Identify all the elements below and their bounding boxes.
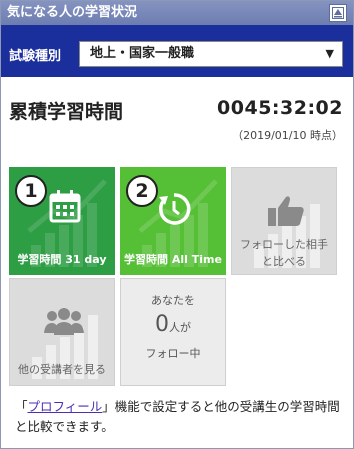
exam-type-select[interactable]: 地上・国家一般職 ▼ bbox=[79, 41, 343, 67]
followers-unit: 人が bbox=[169, 321, 191, 334]
clock-icon bbox=[159, 193, 191, 225]
panel-titlebar: 気になる人の学習状況 bbox=[1, 1, 353, 25]
tile-number-badge: 1 bbox=[15, 175, 47, 207]
exam-type-label: 試験種別 bbox=[9, 49, 62, 64]
note-prefix: 「 bbox=[15, 399, 28, 414]
profile-link[interactable]: プロフィール bbox=[28, 399, 103, 414]
study-status-panel: 気になる人の学習状況 試験種別 地上・国家一般職 ▼ 累積学習時間 0045:3… bbox=[0, 0, 354, 449]
tile-view-other-students[interactable]: 他の受講者を見る bbox=[9, 278, 115, 386]
calendar-icon bbox=[49, 190, 81, 223]
tile-study-time-31day[interactable]: 1 学習時間 31 day bbox=[9, 167, 115, 275]
tile-followers-count: あなたを 0人が フォロー中 bbox=[120, 278, 226, 386]
tile-caption: 学習時間 31 day bbox=[17, 253, 107, 266]
collapse-icon bbox=[332, 7, 344, 19]
followers-line3: フォロー中 bbox=[145, 347, 201, 360]
collapse-button[interactable] bbox=[329, 4, 347, 22]
chevron-down-icon: ▼ bbox=[325, 47, 334, 60]
panel-title: 気になる人の学習状況 bbox=[7, 5, 138, 20]
tile-caption-line2: と比べる bbox=[262, 255, 306, 268]
exam-type-value: 地上・国家一般職 bbox=[90, 46, 195, 61]
tile-study-time-all-time[interactable]: 2 学習時間 All Time bbox=[120, 167, 226, 275]
tile-caption: 学習時間 All Time bbox=[124, 253, 222, 266]
tile-compare-followed[interactable]: フォローした相手 と比べる bbox=[231, 167, 337, 275]
tile-number-badge: 2 bbox=[126, 175, 158, 207]
followers-count: 0 bbox=[155, 312, 169, 337]
exam-type-bar: 試験種別 地上・国家一般職 ▼ bbox=[1, 25, 353, 77]
as-of-date: （2019/01/10 時点） bbox=[232, 129, 343, 142]
profile-note: 「プロフィール」機能で設定すると他の受講生の学習時間と比較できます。 bbox=[15, 397, 345, 437]
total-study-time-value: 0045:32:02 bbox=[217, 97, 343, 119]
people-icon bbox=[44, 308, 84, 335]
total-study-time-label: 累積学習時間 bbox=[9, 101, 124, 123]
thumbs-up-icon bbox=[268, 196, 304, 226]
followers-line1: あなたを bbox=[151, 294, 195, 307]
tile-caption: 他の受講者を見る bbox=[18, 363, 106, 376]
followers-info: あなたを 0人が フォロー中 bbox=[121, 291, 225, 364]
tile-caption-line1: フォローした相手 bbox=[240, 238, 328, 251]
